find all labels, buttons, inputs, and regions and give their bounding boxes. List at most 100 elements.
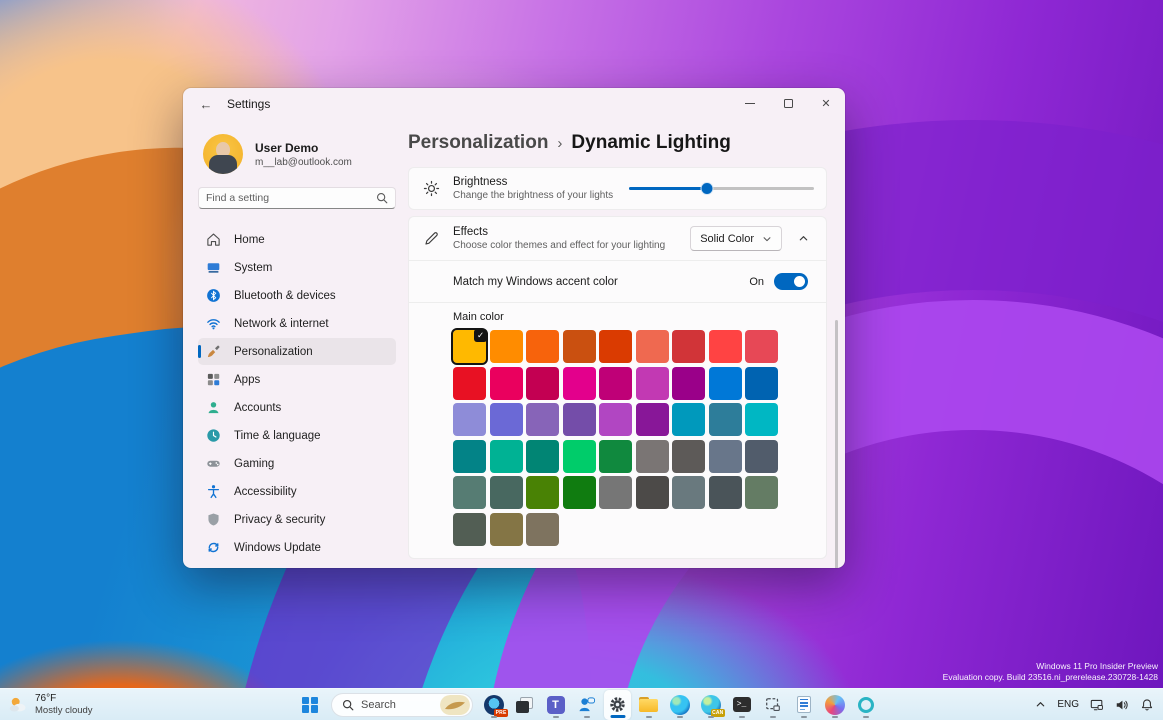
weather-widget[interactable]: 76°F Mostly cloudy (7, 689, 93, 720)
user-account[interactable]: User Demo m__lab@outlook.com (198, 134, 396, 174)
effects-collapse-button[interactable] (788, 226, 818, 251)
color-swatch-b146c2[interactable] (599, 403, 632, 436)
color-swatch-ff4343[interactable] (709, 330, 742, 363)
sidebar-item-gaming[interactable]: Gaming (198, 450, 396, 477)
color-swatch-038387[interactable] (453, 440, 486, 473)
taskbar-app-settings[interactable] (604, 690, 631, 720)
breadcrumb-parent[interactable]: Personalization (408, 132, 548, 154)
content-scrollbar[interactable] (835, 320, 838, 568)
titlebar[interactable]: ← Settings ✕ (183, 88, 845, 120)
taskbar-app-dev-home[interactable] (759, 690, 786, 720)
color-swatch-c239b3[interactable] (636, 367, 669, 400)
color-swatch-68768a[interactable] (709, 440, 742, 473)
color-swatch-d13438[interactable] (672, 330, 705, 363)
back-button[interactable]: ← (191, 93, 221, 115)
sidebar-item-system[interactable]: System (198, 254, 396, 281)
taskbar-search-input[interactable] (361, 699, 433, 711)
color-swatch-da3b01[interactable] (599, 330, 632, 363)
taskbar-app-task-view[interactable] (511, 690, 538, 720)
taskbar-app-loop-ring[interactable] (852, 690, 879, 720)
color-swatch-e74856[interactable] (745, 330, 778, 363)
effects-dropdown[interactable]: Solid Color (690, 226, 782, 251)
sidebar-item-apps[interactable]: Apps (198, 366, 396, 393)
sidebar-item-privacy-security[interactable]: Privacy & security (198, 506, 396, 533)
sidebar: User Demo m__lab@outlook.com HomeSystemB… (183, 120, 408, 568)
taskbar-app-teams[interactable]: T (542, 690, 569, 720)
color-swatch-e81123[interactable] (453, 367, 486, 400)
color-swatch-9a0089[interactable] (672, 367, 705, 400)
color-swatch-00cc6a[interactable] (563, 440, 596, 473)
taskbar-app-copilot-preview[interactable]: PRE (480, 690, 507, 720)
taskbar-app-notepad[interactable] (790, 690, 817, 720)
color-swatch-767676[interactable] (599, 476, 632, 509)
brightness-slider[interactable] (629, 182, 814, 195)
color-swatch-c30052[interactable] (526, 367, 559, 400)
color-swatch-107c10[interactable] (563, 476, 596, 509)
color-swatch-7a7574[interactable] (636, 440, 669, 473)
sidebar-item-accounts[interactable]: Accounts (198, 394, 396, 421)
taskbar-app-edge[interactable] (666, 690, 693, 720)
start-button[interactable] (296, 692, 324, 718)
tray-chevron-up-icon[interactable] (1035, 699, 1046, 710)
volume-icon[interactable] (1115, 698, 1129, 712)
settings-window: ← Settings ✕ User Demo m__lab@outlook.co… (183, 88, 845, 568)
color-swatch-6b69d6[interactable] (490, 403, 523, 436)
taskbar-app-chat[interactable] (573, 690, 600, 720)
taskbar-app-copilot[interactable] (821, 690, 848, 720)
color-swatch-4a5459[interactable] (709, 476, 742, 509)
sidebar-item-personalization[interactable]: Personalization (198, 338, 396, 365)
close-button[interactable]: ✕ (807, 88, 845, 118)
network-icon[interactable] (1090, 698, 1104, 712)
color-swatch-10893e[interactable] (599, 440, 632, 473)
color-swatch-69797e[interactable] (672, 476, 705, 509)
color-swatch-881798[interactable] (636, 403, 669, 436)
color-swatch-ea005e[interactable] (490, 367, 523, 400)
taskbar-app-file-explorer[interactable] (635, 690, 662, 720)
color-swatch-ef6950[interactable] (636, 330, 669, 363)
color-swatch-018574[interactable] (526, 440, 559, 473)
taskbar-app-terminal[interactable]: >_ (728, 690, 755, 720)
sidebar-item-home[interactable]: Home (198, 226, 396, 253)
minimize-button[interactable] (731, 88, 769, 118)
color-swatch-0099bc[interactable] (672, 403, 705, 436)
taskbar-app-edge-canary[interactable]: CAN (697, 690, 724, 720)
color-swatch-744da9[interactable] (563, 403, 596, 436)
sidebar-item-bluetooth-devices[interactable]: Bluetooth & devices (198, 282, 396, 309)
sidebar-item-time-language[interactable]: Time & language (198, 422, 396, 449)
color-swatch-ffb900[interactable]: ✓ (453, 330, 486, 363)
color-swatch-00b7c3[interactable] (745, 403, 778, 436)
color-swatch-486860[interactable] (490, 476, 523, 509)
notifications-bell-icon[interactable] (1140, 698, 1154, 712)
color-swatch-525e54[interactable] (453, 513, 486, 546)
search-highlight-image[interactable] (440, 695, 470, 715)
settings-search-box[interactable] (198, 187, 396, 209)
color-swatch-f7630c[interactable] (526, 330, 559, 363)
slider-thumb[interactable] (700, 182, 713, 195)
maximize-button[interactable] (769, 88, 807, 118)
color-swatch-7e735f[interactable] (526, 513, 559, 546)
color-swatch-847545[interactable] (490, 513, 523, 546)
color-swatch-8764b8[interactable] (526, 403, 559, 436)
sidebar-item-windows-update[interactable]: Windows Update (198, 534, 396, 561)
color-swatch-8e8cd8[interactable] (453, 403, 486, 436)
color-swatch-567c73[interactable] (453, 476, 486, 509)
sidebar-item-accessibility[interactable]: Accessibility (198, 478, 396, 505)
taskbar-search[interactable] (331, 693, 473, 717)
color-swatch-647c64[interactable] (745, 476, 778, 509)
match-accent-toggle[interactable] (774, 273, 808, 290)
color-swatch-0063b1[interactable] (745, 367, 778, 400)
color-swatch-5d5a58[interactable] (672, 440, 705, 473)
color-swatch-ca5010[interactable] (563, 330, 596, 363)
color-swatch-ff8c00[interactable] (490, 330, 523, 363)
color-swatch-498205[interactable] (526, 476, 559, 509)
color-swatch-2d7d9a[interactable] (709, 403, 742, 436)
color-swatch-0078d7[interactable] (709, 367, 742, 400)
sidebar-item-network-internet[interactable]: Network & internet (198, 310, 396, 337)
color-swatch-e3008c[interactable] (563, 367, 596, 400)
settings-search-input[interactable] (206, 192, 376, 204)
color-swatch-00b294[interactable] (490, 440, 523, 473)
color-swatch-4c4a48[interactable] (636, 476, 669, 509)
color-swatch-515c6b[interactable] (745, 440, 778, 473)
language-indicator[interactable]: ENG (1057, 699, 1079, 710)
color-swatch-bf0077[interactable] (599, 367, 632, 400)
